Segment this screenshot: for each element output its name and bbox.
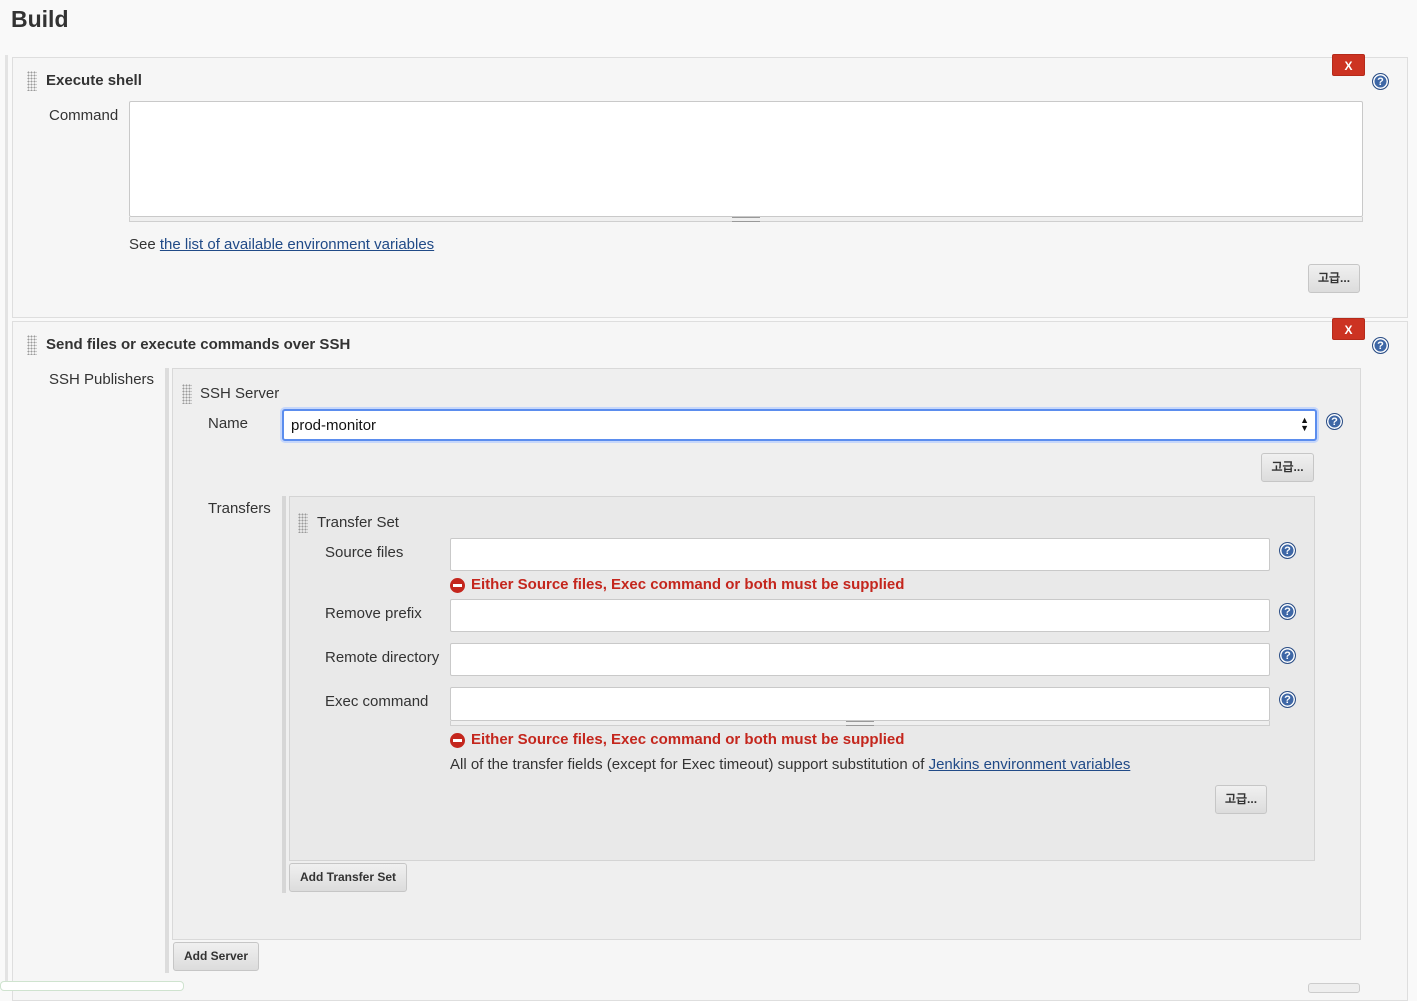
drag-handle-icon[interactable]: [27, 335, 37, 355]
remote-directory-input[interactable]: [450, 643, 1270, 676]
error-icon: [450, 733, 465, 748]
drag-handle-icon[interactable]: [298, 513, 308, 533]
transfer-set-title: Transfer Set: [317, 514, 399, 531]
page-title: Build: [11, 6, 69, 32]
env-vars-link[interactable]: the list of available environment variab…: [160, 236, 434, 253]
delete-step-button[interactable]: X: [1332, 318, 1365, 340]
section-guide: [5, 55, 8, 987]
exec-command-label: Exec command: [325, 693, 429, 710]
help-icon[interactable]: ?: [1279, 603, 1296, 620]
command-textarea[interactable]: [129, 101, 1363, 217]
server-name-select[interactable]: prod-monitor ▲ ▼: [282, 409, 1317, 441]
transfer-note: All of the transfer fields (except for E…: [450, 756, 1130, 773]
execute-shell-advanced-button[interactable]: 고급...: [1308, 264, 1360, 293]
ssh-publishers-label: SSH Publishers: [49, 371, 155, 388]
help-icon[interactable]: ?: [1279, 691, 1296, 708]
notification-bar: [0, 981, 184, 991]
select-arrows-icon: ▲ ▼: [1300, 415, 1309, 433]
transfers-label: Transfers: [208, 500, 271, 517]
source-files-input[interactable]: [450, 538, 1270, 571]
textarea-resize-handle[interactable]: [129, 217, 1363, 222]
transfer-note-prefix: All of the transfer fields (except for E…: [450, 756, 929, 773]
ssh-step-title: Send files or execute commands over SSH: [46, 336, 351, 353]
drag-handle-icon[interactable]: [27, 71, 37, 91]
delete-step-button[interactable]: X: [1332, 54, 1365, 76]
transfers-guide: [282, 496, 286, 893]
remote-directory-label: Remote directory: [325, 649, 440, 666]
drag-handle-icon[interactable]: [182, 384, 192, 404]
publishers-guide: [165, 368, 169, 973]
source-files-error: Either Source files, Exec command or bot…: [471, 576, 905, 593]
exec-command-error: Either Source files, Exec command or bot…: [471, 731, 905, 748]
exec-command-textarea[interactable]: [450, 687, 1270, 721]
env-vars-prefix: See: [129, 236, 160, 253]
name-label: Name: [208, 415, 249, 432]
help-icon[interactable]: ?: [1372, 337, 1389, 354]
execute-shell-title: Execute shell: [46, 72, 142, 89]
add-transfer-set-button[interactable]: Add Transfer Set: [289, 863, 407, 892]
ssh-server-title: SSH Server: [200, 385, 280, 402]
remove-prefix-label: Remove prefix: [325, 605, 422, 622]
server-name-value: prod-monitor: [291, 417, 377, 434]
help-icon[interactable]: ?: [1279, 647, 1296, 664]
add-server-button[interactable]: Add Server: [173, 942, 259, 971]
remove-prefix-input[interactable]: [450, 599, 1270, 632]
help-icon[interactable]: ?: [1326, 413, 1343, 430]
transfer-set-advanced-button[interactable]: 고급...: [1215, 785, 1267, 814]
error-icon: [450, 578, 465, 593]
help-icon[interactable]: ?: [1372, 73, 1389, 90]
command-label: Command: [49, 107, 119, 124]
help-icon[interactable]: ?: [1279, 542, 1296, 559]
ssh-server-advanced-button[interactable]: 고급...: [1261, 453, 1314, 482]
source-files-label: Source files: [325, 544, 404, 561]
textarea-resize-handle[interactable]: [450, 721, 1270, 726]
partial-button[interactable]: [1308, 983, 1360, 993]
jenkins-env-link[interactable]: Jenkins environment variables: [929, 756, 1131, 773]
env-vars-note: See the list of available environment va…: [129, 236, 434, 253]
